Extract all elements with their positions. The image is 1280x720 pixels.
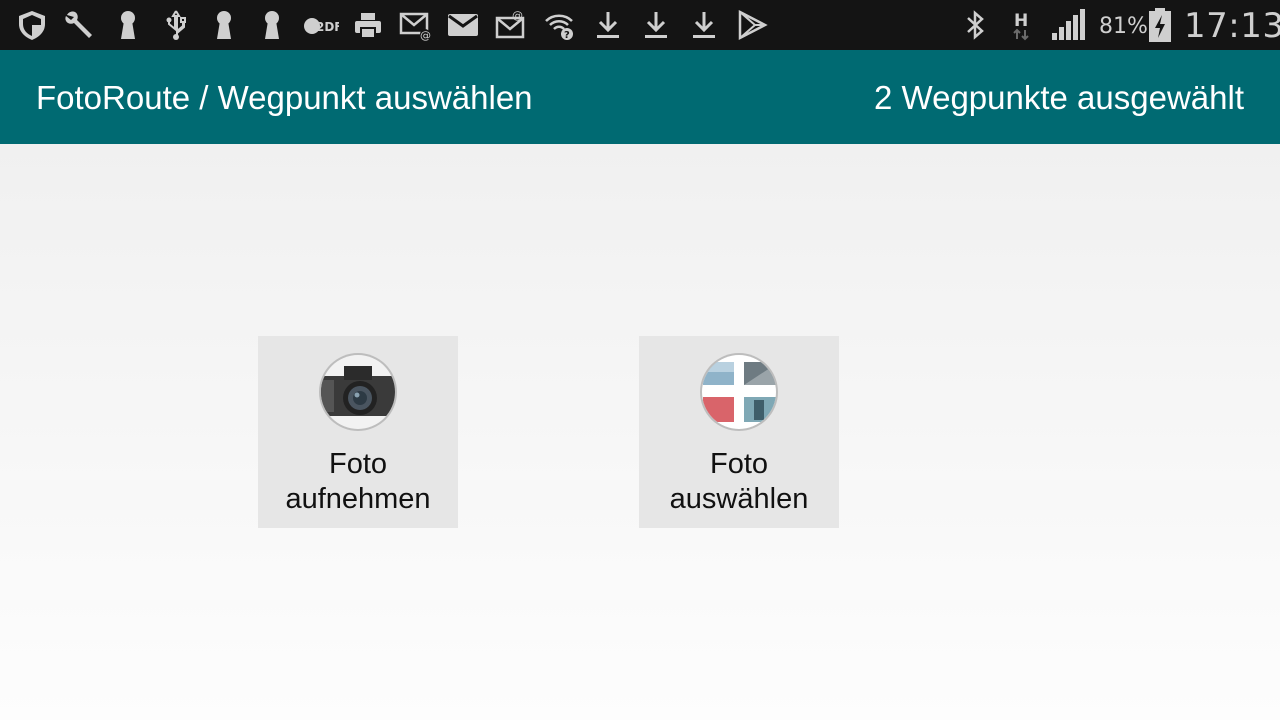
selection-status: 2 Wegpunkte ausgewählt — [874, 79, 1244, 116]
signal-icon — [1050, 9, 1086, 41]
mail-icon — [447, 9, 479, 41]
take-photo-button[interactable]: Foto aufnehmen — [258, 336, 458, 528]
wifi-question-icon: ? — [543, 9, 575, 41]
take-photo-label: Foto aufnehmen — [285, 448, 431, 515]
svg-text:H: H — [1014, 11, 1028, 31]
zdf-icon: 2DF — [303, 9, 339, 41]
shield-icon — [16, 9, 48, 41]
svg-text:?: ? — [564, 30, 570, 41]
svg-text:2DF: 2DF — [316, 20, 339, 34]
select-photo-label: Foto auswählen — [669, 448, 809, 515]
camera-icon — [318, 352, 398, 432]
h-data-icon: H — [1006, 9, 1038, 41]
photo-gallery-icon — [699, 352, 779, 432]
download-icon — [688, 9, 720, 41]
keyhole-icon — [208, 9, 240, 41]
svg-text:@: @ — [420, 29, 431, 41]
status-bar: 2DF @ @ ? H 81% 17:13 — [0, 0, 1280, 50]
battery-charging-icon — [1146, 7, 1174, 43]
action-bar: FotoRoute / Wegpunkt auswählen 2 Wegpunk… — [0, 50, 1280, 144]
download-icon — [592, 9, 624, 41]
email-at-icon: @ — [495, 9, 527, 41]
printer-icon — [352, 9, 384, 41]
keyhole-icon — [112, 9, 144, 41]
page-title: FotoRoute / Wegpunkt auswählen — [36, 79, 533, 116]
usb-icon — [160, 9, 192, 41]
clock: 17:13 — [1184, 6, 1280, 46]
download-icon — [640, 9, 672, 41]
battery-percent: 81% — [1099, 14, 1148, 39]
email-at-icon: @ — [399, 9, 431, 41]
wrench-icon — [63, 9, 95, 41]
keyhole-icon — [256, 9, 288, 41]
bluetooth-icon — [959, 9, 991, 41]
svg-text:@: @ — [512, 9, 523, 22]
select-photo-button[interactable]: Foto auswählen — [639, 336, 839, 528]
play-store-icon — [736, 9, 768, 41]
